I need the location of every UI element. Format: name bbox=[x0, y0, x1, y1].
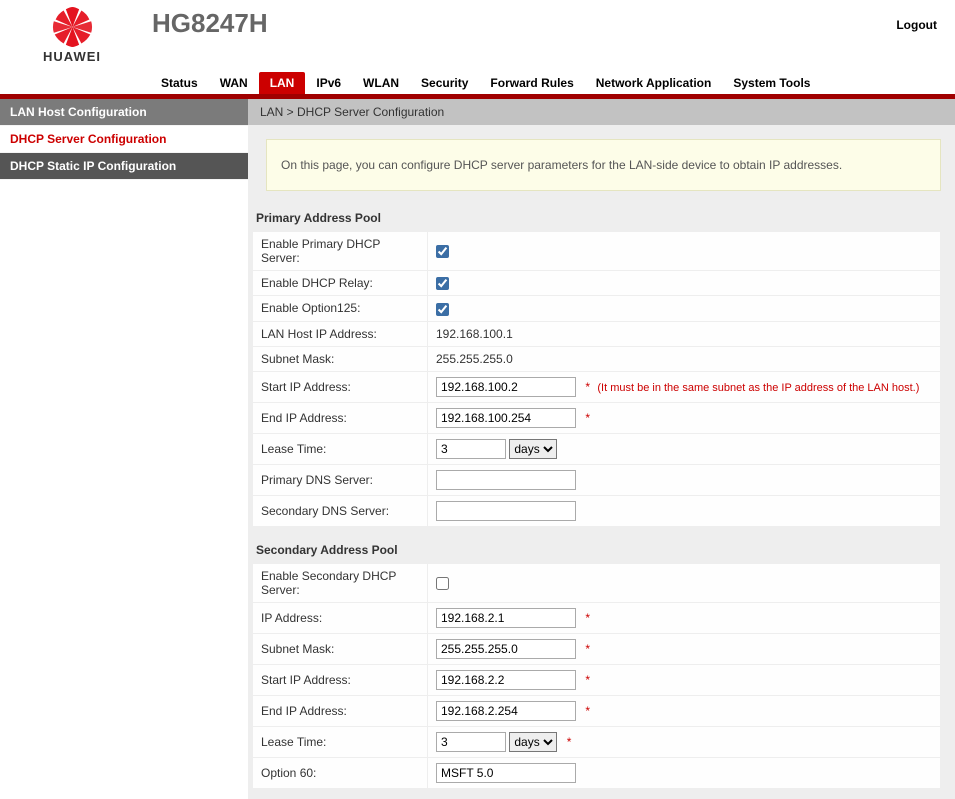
nav-wlan[interactable]: WLAN bbox=[352, 72, 410, 94]
primary-start-ip-label: Start IP Address: bbox=[253, 371, 428, 402]
primary-start-ip-input[interactable] bbox=[436, 377, 576, 397]
secondary-end-ip-label: End IP Address: bbox=[253, 695, 428, 726]
primary-start-ip-hint: (It must be in the same subnet as the IP… bbox=[597, 382, 919, 394]
secondary-dns-label: Secondary DNS Server: bbox=[253, 495, 428, 526]
enable-opt125-label: Enable Option125: bbox=[253, 296, 428, 321]
lan-ip-value: 192.168.100.1 bbox=[428, 321, 941, 346]
primary-subnet-value: 255.255.255.0 bbox=[428, 346, 941, 371]
nav-system-tools[interactable]: System Tools bbox=[722, 72, 821, 94]
secondary-ip-label: IP Address: bbox=[253, 602, 428, 633]
secondary-lease-unit-select[interactable]: days bbox=[509, 732, 557, 752]
secondary-pool-section: Secondary Address Pool Enable Secondary … bbox=[252, 537, 941, 789]
brand-name: HUAWEI bbox=[43, 49, 101, 64]
enable-relay-checkbox[interactable] bbox=[436, 277, 449, 290]
secondary-subnet-input[interactable] bbox=[436, 639, 576, 659]
secondary-end-ip-input[interactable] bbox=[436, 701, 576, 721]
secondary-pool-heading: Secondary Address Pool bbox=[252, 537, 941, 563]
logout-link[interactable]: Logout bbox=[896, 18, 937, 32]
enable-secondary-label: Enable Secondary DHCP Server: bbox=[253, 563, 428, 602]
header: HUAWEI HG8247H Logout bbox=[0, 0, 955, 70]
primary-end-ip-input[interactable] bbox=[436, 408, 576, 428]
primary-lease-unit-select[interactable]: days bbox=[509, 439, 557, 459]
enable-primary-checkbox[interactable] bbox=[436, 245, 449, 258]
lan-ip-label: LAN Host IP Address: bbox=[253, 321, 428, 346]
secondary-lease-label: Lease Time: bbox=[253, 726, 428, 757]
secondary-subnet-label: Subnet Mask: bbox=[253, 633, 428, 664]
primary-pool-heading: Primary Address Pool bbox=[252, 205, 941, 231]
secondary-dns-input[interactable] bbox=[436, 501, 576, 521]
breadcrumb: LAN > DHCP Server Configuration bbox=[248, 99, 955, 125]
secondary-ip-input[interactable] bbox=[436, 608, 576, 628]
huawei-logo-icon bbox=[50, 7, 95, 47]
required-asterisk: * bbox=[585, 704, 590, 718]
required-asterisk: * bbox=[585, 380, 590, 394]
primary-dns-input[interactable] bbox=[436, 470, 576, 490]
primary-lease-label: Lease Time: bbox=[253, 433, 428, 464]
required-asterisk: * bbox=[585, 673, 590, 687]
enable-primary-label: Enable Primary DHCP Server: bbox=[253, 232, 428, 271]
required-asterisk: * bbox=[567, 735, 572, 749]
required-asterisk: * bbox=[585, 411, 590, 425]
nav-security[interactable]: Security bbox=[410, 72, 479, 94]
sidebar: LAN Host Configuration DHCP Server Confi… bbox=[0, 99, 248, 799]
primary-end-ip-label: End IP Address: bbox=[253, 402, 428, 433]
nav-ipv6[interactable]: IPv6 bbox=[305, 72, 352, 94]
sidebar-item-dhcp-static[interactable]: DHCP Static IP Configuration bbox=[0, 153, 248, 180]
sidebar-item-dhcp-server[interactable]: DHCP Server Configuration bbox=[0, 126, 248, 153]
model-title: HG8247H bbox=[152, 8, 268, 39]
enable-opt125-checkbox[interactable] bbox=[436, 303, 449, 316]
main-nav: Status WAN LAN IPv6 WLAN Security Forwar… bbox=[0, 70, 955, 94]
enable-relay-label: Enable DHCP Relay: bbox=[253, 271, 428, 296]
primary-lease-input[interactable] bbox=[436, 439, 506, 459]
nav-forward-rules[interactable]: Forward Rules bbox=[479, 72, 584, 94]
opt60-input[interactable] bbox=[436, 763, 576, 783]
info-box: On this page, you can configure DHCP ser… bbox=[266, 139, 941, 191]
required-asterisk: * bbox=[585, 642, 590, 656]
sidebar-item-lan-host[interactable]: LAN Host Configuration bbox=[0, 99, 248, 126]
primary-dns-label: Primary DNS Server: bbox=[253, 464, 428, 495]
primary-pool-section: Primary Address Pool Enable Primary DHCP… bbox=[252, 205, 941, 527]
content-area: LAN > DHCP Server Configuration On this … bbox=[248, 99, 955, 799]
primary-subnet-label: Subnet Mask: bbox=[253, 346, 428, 371]
enable-secondary-checkbox[interactable] bbox=[436, 577, 449, 590]
brand-logo: HUAWEI bbox=[12, 7, 132, 64]
opt60-label: Option 60: bbox=[253, 757, 428, 788]
secondary-lease-input[interactable] bbox=[436, 732, 506, 752]
nav-status[interactable]: Status bbox=[150, 72, 209, 94]
nav-network-application[interactable]: Network Application bbox=[585, 72, 723, 94]
nav-wan[interactable]: WAN bbox=[209, 72, 259, 94]
nav-lan[interactable]: LAN bbox=[259, 72, 306, 94]
secondary-start-ip-input[interactable] bbox=[436, 670, 576, 690]
required-asterisk: * bbox=[585, 611, 590, 625]
